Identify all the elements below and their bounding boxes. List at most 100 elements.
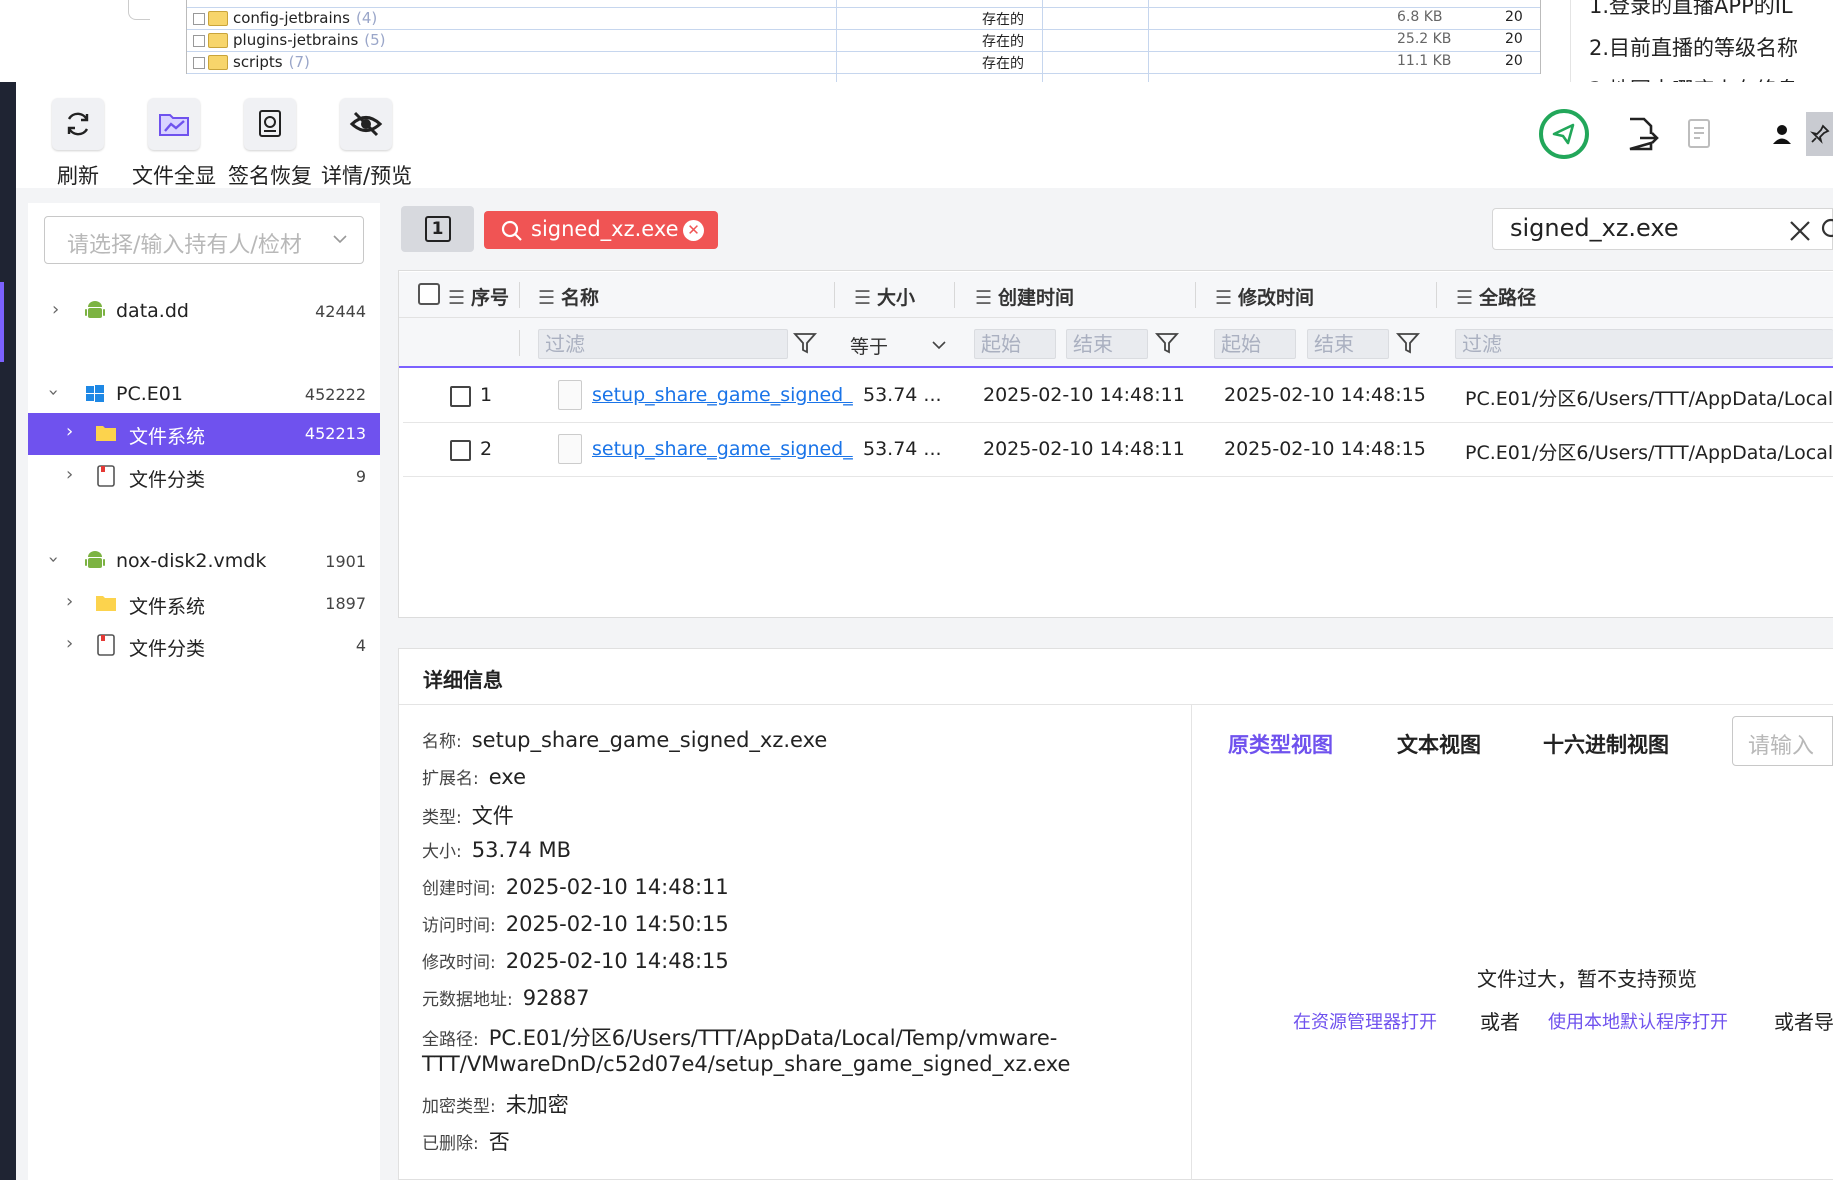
search-tab-chip[interactable]: signed_xz.exe ✕ [484,211,718,249]
report-icon[interactable] [1674,108,1726,160]
chevron-down-icon [333,235,347,244]
name-filter-input[interactable]: 过滤 [538,329,788,359]
table-row[interactable]: 2 setup_share_game_signed_ 53.74 ... 202… [403,423,1833,477]
tree-item-nox-filesystem[interactable]: › 文件系统 1897 [28,583,380,625]
bg-file-row: scripts (7) 存在的 11.1 KB 20 [187,52,1540,74]
tree-item-pc-e01-category[interactable]: › 文件分类 9 [28,456,380,498]
close-tab-icon[interactable]: ✕ [683,220,704,241]
or-export-text: 或者导 [1774,1010,1833,1034]
background-desktop [0,0,150,82]
column-size[interactable]: ☰ 大小 [854,283,915,310]
detail-full-path: 全路径: PC.E01/分区6/Users/TTT/AppData/Local/T… [422,1026,1058,1050]
app-side-rail [0,82,16,1180]
owner-select[interactable]: 请选择/输入持有人/检材 [44,216,364,264]
file-name-link[interactable]: setup_share_game_signed_ [592,438,853,460]
tab-native-view[interactable]: 原类型视图 [1228,729,1333,759]
signature-restore-label: 签名恢复 [228,164,312,188]
refresh-label: 刷新 [57,164,99,188]
chevron-down-icon: › [43,388,65,397]
size-operator-select[interactable]: 等于 [850,332,950,358]
android-icon [85,551,105,568]
file-name-link[interactable]: setup_share_game_signed_ [592,384,853,406]
modified-start-input[interactable]: 起始 [1214,329,1296,359]
row-checkbox[interactable] [450,440,471,461]
detail-modified: 修改时间: 2025-02-10 14:48:15 [422,949,729,973]
export-file-icon[interactable] [1616,108,1668,160]
tab-text-view[interactable]: 文本视图 [1397,729,1481,759]
tree-item-nox-disk2[interactable]: › nox-disk2.vmdk 1901 [28,541,380,583]
chevron-right-icon: › [66,421,74,442]
file-icon [558,434,582,464]
detail-name: 名称: setup_share_game_signed_xz.exe [422,728,828,752]
column-index[interactable]: ☰ 序号 [448,283,509,310]
created-end-input[interactable]: 结束 [1066,329,1148,359]
send-icon[interactable] [1538,108,1590,160]
detail-deleted: 已删除: 否 [422,1130,510,1154]
column-name[interactable]: ☰ 名称 [538,283,599,310]
clear-icon[interactable] [1788,219,1812,243]
preview-search-input[interactable]: 请输入 [1732,716,1833,766]
show-all-files-button[interactable]: 文件全显 [129,98,219,190]
filter-icon[interactable] [793,330,817,356]
category-icon [97,465,115,487]
chevron-down-icon: › [43,555,65,564]
details-preview-label: 详情/预览 [321,164,413,188]
tree-item-data-dd[interactable]: › data.dd 42444 [28,291,380,333]
search-input[interactable]: signed_xz.exe [1492,208,1833,250]
tab-index[interactable]: 1 [401,206,474,252]
table-row[interactable]: 1 setup_share_game_signed_ 53.74 ... 202… [403,369,1833,423]
evidence-tree-panel [28,203,380,1180]
or-text: 或者 [1480,1010,1520,1034]
user-icon[interactable] [1756,108,1808,160]
row-checkbox[interactable] [450,386,471,407]
search-icon[interactable] [1819,218,1833,242]
open-default-program-link[interactable]: 使用本地默认程序打开 [1548,1008,1728,1034]
detail-accessed: 访问时间: 2025-02-10 14:50:15 [422,912,729,936]
details-preview-button[interactable]: 详情/预览 [321,98,413,190]
open-in-explorer-link[interactable]: 在资源管理器打开 [1293,1008,1437,1034]
column-full-path[interactable]: ☰ 全路径 [1456,283,1536,310]
folder-icon [96,596,116,611]
tree-item-pc-e01-filesystem[interactable]: › 文件系统 452213 [28,413,380,455]
android-icon [85,301,105,318]
detail-metadata-address: 元数据地址: 92887 [422,986,590,1010]
detail-size: 大小: 53.74 MB [422,838,572,862]
details-title: 详细信息 [423,668,503,692]
folder-chart-icon [148,98,200,150]
detail-encryption: 加密类型: 未加密 [422,1093,569,1117]
modified-end-input[interactable]: 结束 [1307,329,1389,359]
column-modified[interactable]: ☰ 修改时间 [1215,283,1314,310]
tree-item-nox-category[interactable]: › 文件分类 4 [28,625,380,667]
bg-file-row: config-jetbrains (4) 存在的 6.8 KB 20 [187,8,1540,30]
eye-off-icon [340,98,392,150]
path-filter-input[interactable]: 过滤 [1455,329,1833,359]
signature-restore-icon [244,98,296,150]
grid-header [399,272,1833,318]
search-icon [501,220,522,241]
refresh-icon [52,98,104,150]
folder-icon [208,11,228,26]
detail-full-path-cont: TTT/VMwareDnD/c52d07e4/setup_share_game_… [422,1052,1071,1076]
preview-unavailable-message: 文件过大，暂不支持预览 [1477,967,1697,991]
chevron-right-icon: › [66,591,74,612]
folder-icon [96,426,116,441]
show-all-files-label: 文件全显 [132,164,216,188]
filter-icon[interactable] [1396,330,1420,356]
tab-hex-view[interactable]: 十六进制视图 [1543,729,1669,759]
detail-type: 类型: 文件 [422,804,514,828]
bg-file-row: plugins-jetbrains (5) 存在的 25.2 KB 20 [187,30,1540,52]
pin-icon[interactable] [1806,112,1833,156]
select-all-checkbox[interactable] [418,283,440,305]
refresh-button[interactable]: 刷新 [33,98,123,190]
tree-item-pc-e01[interactable]: › PC.E01 452222 [28,374,380,416]
filter-icon[interactable] [1155,330,1179,356]
chevron-right-icon: › [66,633,74,654]
windows-icon [86,385,104,402]
signature-restore-button[interactable]: 签名恢复 [225,98,315,190]
folder-icon [208,33,228,48]
folder-icon [208,55,228,70]
column-created[interactable]: ☰ 创建时间 [975,283,1074,310]
created-start-input[interactable]: 起始 [974,329,1056,359]
detail-created: 创建时间: 2025-02-10 14:48:11 [422,875,729,899]
category-icon [97,634,115,656]
